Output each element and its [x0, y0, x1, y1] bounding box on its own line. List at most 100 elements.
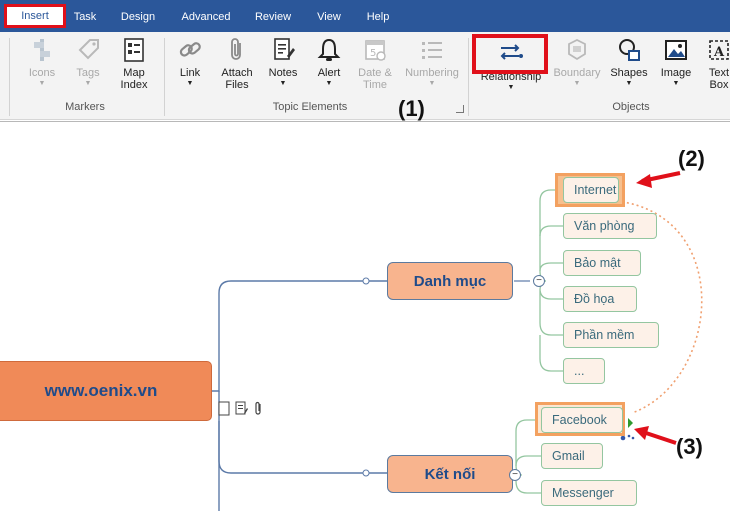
date-time-label: Date & Time	[358, 67, 392, 91]
link-icon	[179, 42, 201, 57]
date-time-button[interactable]: 5 Date & Time	[354, 36, 396, 102]
dialog-launcher-icon[interactable]	[456, 105, 464, 113]
icons-button[interactable]: Icons ▼	[22, 36, 62, 102]
subtopic-van-phong[interactable]: Văn phòng	[563, 213, 657, 239]
chevron-down-icon: ▼	[672, 80, 680, 87]
alert-label: Alert	[317, 67, 341, 79]
branch-topic-label: Kết nối	[424, 465, 476, 483]
attach-files-button[interactable]: Attach Files	[216, 36, 258, 102]
tab-design[interactable]: Design	[114, 5, 162, 29]
ribbon-separator	[164, 38, 165, 116]
subtopic-facebook[interactable]: Facebook	[541, 407, 623, 433]
icons-icon	[34, 39, 50, 61]
subtopic-label: Facebook	[552, 413, 607, 427]
subtopic-bao-mat[interactable]: Bảo mật	[563, 250, 641, 276]
map-index-button[interactable]: Map Index	[112, 36, 156, 102]
numbering-icon	[422, 42, 442, 59]
numbering-label: Numbering	[405, 67, 459, 79]
tags-button[interactable]: Tags ▼	[70, 36, 106, 102]
svg-text:5: 5	[370, 48, 376, 59]
image-label: Image	[660, 67, 692, 79]
tab-task[interactable]: Task	[66, 5, 104, 29]
svg-text:A: A	[713, 45, 725, 60]
ribbon-tab-bar: Insert Task Design Advanced Review View …	[0, 0, 730, 32]
tags-label: Tags	[76, 67, 100, 79]
subtopic-label: Internet	[574, 183, 617, 197]
tab-insert[interactable]: Insert	[4, 4, 66, 28]
root-topic-icons	[218, 401, 265, 416]
chevron-down-icon: ▼	[507, 84, 515, 91]
subtopic-ellipsis[interactable]: ...	[563, 358, 605, 384]
subtopic-label: Đồ họa	[574, 292, 615, 306]
boundary-label: Boundary	[553, 67, 601, 79]
chevron-down-icon: ▼	[84, 80, 92, 87]
tag-icon	[78, 39, 99, 60]
relationship-highlight-box	[472, 34, 548, 74]
icons-label: Icons	[28, 67, 56, 79]
tab-help[interactable]: Help	[360, 5, 396, 29]
boundary-icon	[568, 38, 586, 61]
root-topic[interactable]: www.oenix.vn	[0, 361, 212, 421]
branch-topic-danh-muc[interactable]: Danh mục	[387, 262, 513, 300]
paperclip-icon	[231, 38, 241, 60]
subtopic-gmail[interactable]: Gmail	[541, 443, 603, 469]
subtopic-label: Phần mềm	[574, 328, 635, 342]
subtopic-label: Gmail	[552, 449, 585, 463]
shapes-button[interactable]: Shapes ▼	[608, 36, 650, 102]
paperclip-icon[interactable]	[252, 401, 265, 416]
ribbon-separator	[9, 38, 10, 116]
map-index-label: Map Index	[120, 67, 148, 91]
subtopic-do-hoa[interactable]: Đồ họa	[563, 286, 637, 312]
subtopic-phan-mem[interactable]: Phần mềm	[563, 322, 659, 348]
tab-view[interactable]: View	[312, 5, 346, 29]
chevron-down-icon: ▼	[186, 80, 194, 87]
annotation-step-2: (2)	[678, 146, 705, 171]
link-button[interactable]: Link ▼	[172, 36, 208, 102]
annotation-step-3: (3)	[676, 434, 703, 459]
subtopic-internet[interactable]: Internet	[563, 177, 619, 203]
tab-review[interactable]: Review	[250, 5, 296, 29]
text-box-label: Text Box	[708, 67, 730, 91]
chevron-down-icon: ▼	[325, 80, 333, 87]
chevron-down-icon: ▼	[573, 80, 581, 87]
chevron-down-icon: ▼	[38, 80, 46, 87]
collapse-toggle-icon[interactable]: −	[509, 469, 521, 481]
notes-button[interactable]: Notes ▼	[264, 36, 302, 102]
calendar-icon: 5	[365, 40, 386, 61]
subtopic-label: ...	[574, 364, 585, 378]
chevron-down-icon: ▼	[625, 80, 633, 87]
text-box-button[interactable]: A Text Box	[702, 36, 730, 102]
collapse-toggle-icon[interactable]: −	[533, 275, 545, 287]
tab-advanced[interactable]: Advanced	[176, 5, 236, 29]
objects-group-label: Objects	[612, 101, 650, 113]
topic-elements-group-label: Topic Elements	[272, 101, 348, 113]
app-window: Insert Task Design Advanced Review View …	[0, 0, 730, 511]
notes-icon[interactable]	[235, 401, 248, 416]
subtopic-label: Messenger	[552, 486, 614, 500]
numbering-button[interactable]: Numbering ▼	[402, 36, 462, 102]
document-icon[interactable]	[218, 401, 231, 416]
markers-group-label: Markers	[65, 101, 105, 113]
subtopic-label: Bảo mật	[574, 256, 621, 270]
boundary-button[interactable]: Boundary ▼	[552, 36, 602, 102]
annotation-step-1: (1)	[398, 96, 425, 121]
branch-topic-ket-noi[interactable]: Kết nối	[387, 455, 513, 493]
bell-icon	[317, 38, 341, 61]
attach-files-label: Attach Files	[221, 67, 253, 91]
shapes-label: Shapes	[610, 67, 648, 79]
image-button[interactable]: Image ▼	[656, 36, 696, 102]
branch-topic-label: Danh mục	[413, 272, 487, 290]
mindmap-canvas[interactable]: www.oenix.vn Danh mục − Internet Văn phò…	[0, 121, 730, 511]
notes-label: Notes	[268, 67, 298, 79]
chevron-down-icon: ▼	[279, 80, 287, 87]
chevron-down-icon: ▼	[428, 80, 436, 87]
ribbon: Icons ▼ Tags ▼ Map Index Markers Link ▼ …	[0, 32, 730, 120]
shapes-icon	[619, 39, 640, 61]
subtopic-messenger[interactable]: Messenger	[541, 480, 637, 506]
image-icon	[665, 40, 687, 60]
link-label: Link	[179, 67, 201, 79]
notes-icon	[274, 38, 295, 60]
subtopic-label: Văn phòng	[574, 219, 635, 233]
alert-button[interactable]: Alert ▼	[310, 36, 348, 102]
ribbon-separator	[468, 38, 469, 116]
